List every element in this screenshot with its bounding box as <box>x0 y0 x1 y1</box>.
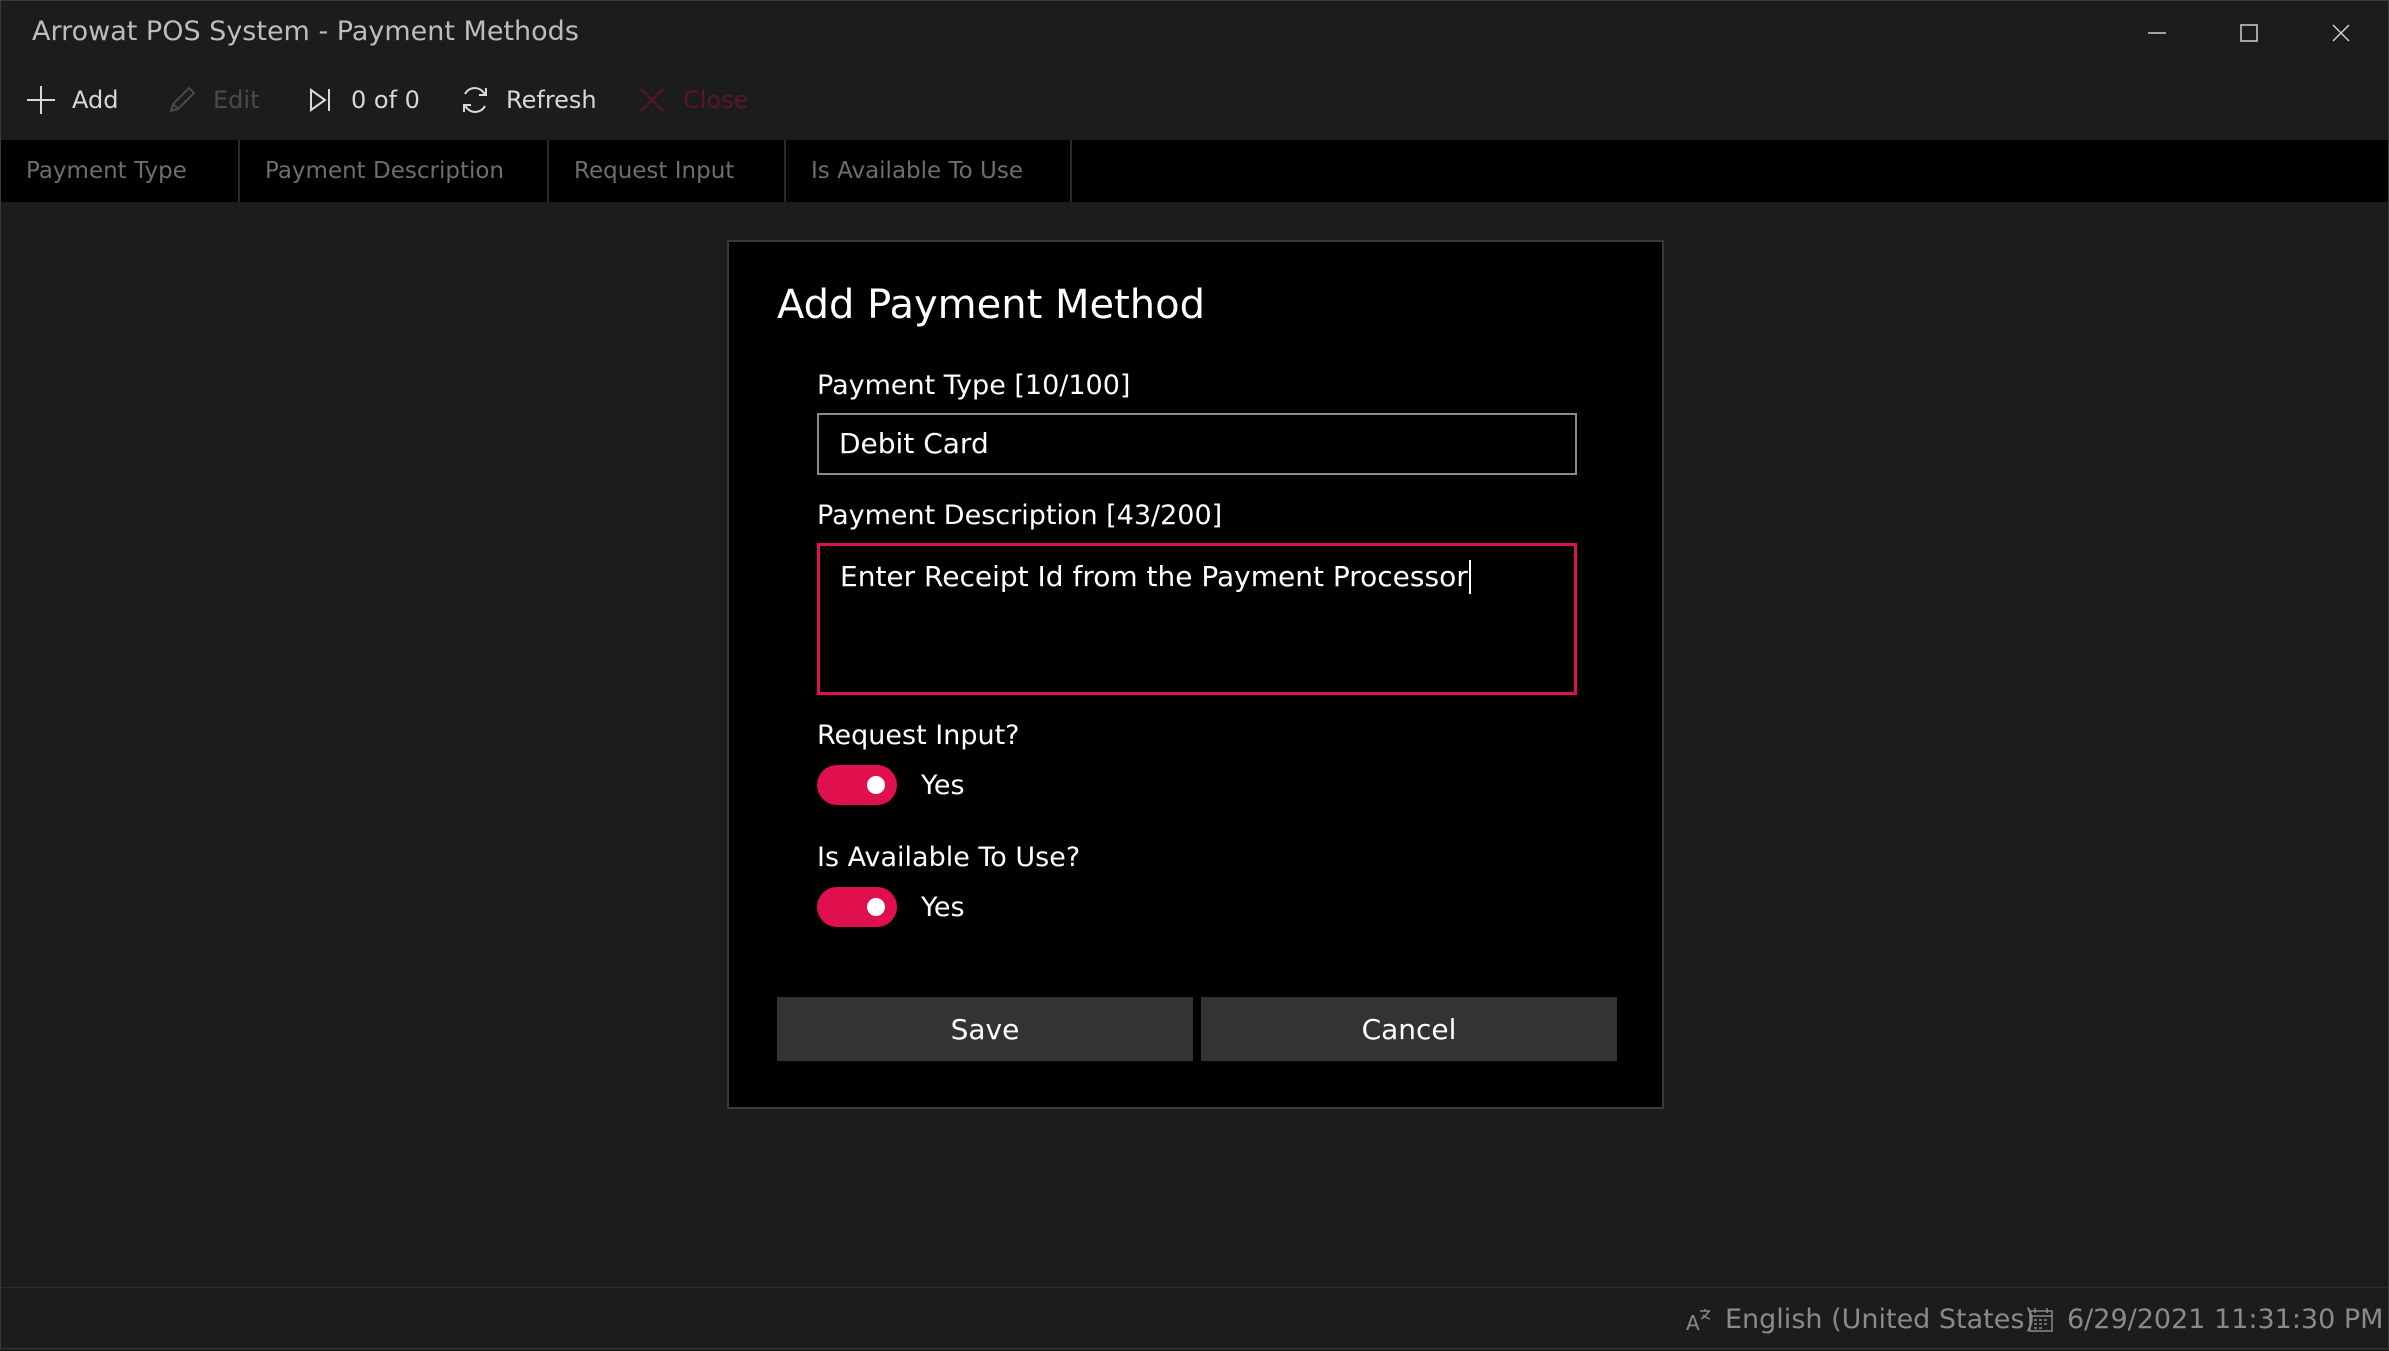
pencil-icon <box>169 86 196 113</box>
window-close-button[interactable] <box>2295 1 2387 65</box>
language-icon: A <box>1686 1308 1711 1334</box>
minimize-icon <box>2148 32 2166 34</box>
add-button[interactable]: Add <box>24 71 118 129</box>
app-window: Arrowat POS System - Payment Methods Add… <box>0 0 2389 1349</box>
close-button[interactable]: Close <box>635 71 748 129</box>
toggle-knob <box>867 898 885 916</box>
window-title: Arrowat POS System - Payment Methods <box>32 16 579 47</box>
text-caret <box>1468 560 1471 594</box>
payment-description-textarea[interactable]: Enter Receipt Id from the Payment Proces… <box>817 543 1577 695</box>
refresh-button[interactable]: Refresh <box>458 71 597 129</box>
request-input-label: Request Input? <box>817 720 1020 751</box>
add-payment-method-dialog: Add Payment Method Payment Type [10/100]… <box>727 240 1664 1109</box>
edit-button[interactable]: Edit <box>165 71 259 129</box>
is-available-state: Yes <box>921 891 965 923</box>
close-x-icon <box>640 88 664 112</box>
column-header-is-available[interactable]: Is Available To Use <box>786 140 1072 202</box>
maximize-icon <box>2240 24 2258 42</box>
payment-description-label: Payment Description [43/200] <box>817 500 1223 531</box>
grid-header: Payment Type Payment Description Request… <box>1 140 2388 202</box>
payment-type-value: Debit Card <box>839 427 989 460</box>
is-available-label: Is Available To Use? <box>817 842 1081 873</box>
payment-type-input[interactable]: Debit Card <box>817 413 1577 475</box>
request-input-state: Yes <box>921 769 965 801</box>
is-available-toggle-row: Yes <box>817 887 965 927</box>
request-input-toggle[interactable] <box>817 765 897 805</box>
close-icon <box>2332 24 2350 42</box>
status-bar: A English (United States) 6/29/2021 11:3… <box>1 1287 2388 1351</box>
cancel-button[interactable]: Cancel <box>1201 997 1617 1061</box>
record-counter: 0 of 0 <box>351 86 420 114</box>
payment-type-label: Payment Type [10/100] <box>817 370 1131 401</box>
add-button-label: Add <box>72 86 119 114</box>
close-button-label: Close <box>683 86 749 114</box>
language-text: English (United States) <box>1725 1304 2035 1335</box>
svg-text:A: A <box>1686 1311 1700 1334</box>
datetime-text: 6/29/2021 11:31:30 PM <box>2067 1304 2384 1335</box>
plus-icon <box>27 86 55 114</box>
calendar-icon <box>2029 1307 2053 1332</box>
title-bar: Arrowat POS System - Payment Methods <box>1 1 2388 65</box>
maximize-button[interactable] <box>2203 1 2295 65</box>
column-header-request-input[interactable]: Request Input <box>549 140 786 202</box>
skip-next-icon <box>310 88 330 112</box>
edit-button-label: Edit <box>213 86 260 114</box>
toggle-knob <box>867 776 885 794</box>
datetime-indicator: 6/29/2021 11:31:30 PM <box>2027 1288 2383 1351</box>
save-button[interactable]: Save <box>777 997 1193 1061</box>
refresh-icon <box>463 87 487 113</box>
language-indicator[interactable]: A English (United States) <box>1685 1288 2035 1351</box>
minimize-button[interactable] <box>2111 1 2203 65</box>
toolbar: Add Edit 0 of 0 Refresh Close <box>1 71 2388 129</box>
request-input-toggle-row: Yes <box>817 765 965 805</box>
column-header-payment-type[interactable]: Payment Type <box>1 140 240 202</box>
is-available-toggle[interactable] <box>817 887 897 927</box>
column-header-payment-description[interactable]: Payment Description <box>240 140 549 202</box>
payment-description-value: Enter Receipt Id from the Payment Proces… <box>840 560 1468 593</box>
dialog-title: Add Payment Method <box>777 282 1206 328</box>
record-navigator[interactable]: 0 of 0 <box>303 71 420 129</box>
refresh-button-label: Refresh <box>506 86 597 114</box>
